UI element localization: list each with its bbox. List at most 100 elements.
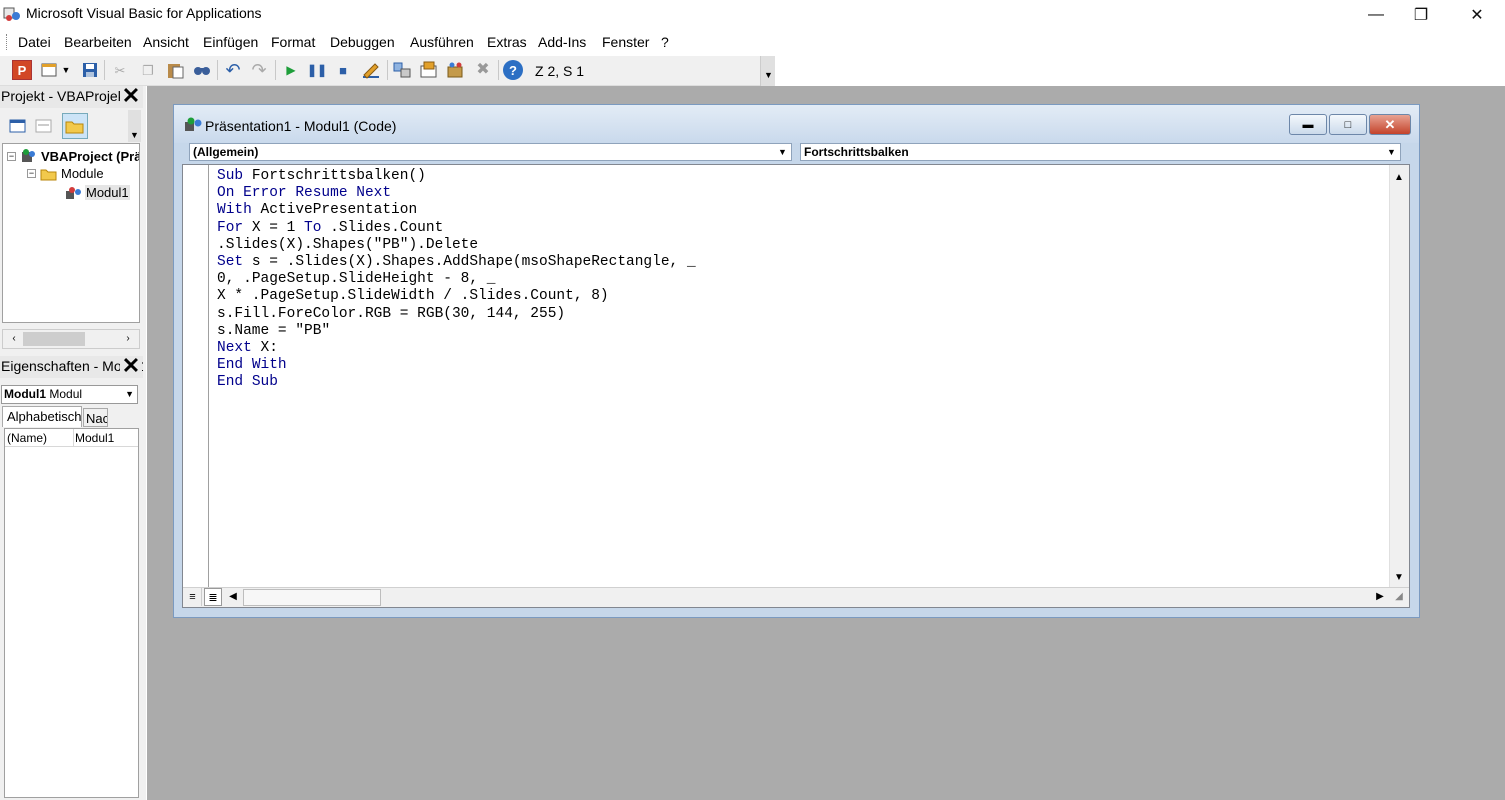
project-tree-hscroll[interactable]: ‹ › [2, 329, 140, 349]
menu-format[interactable]: Format [271, 34, 315, 50]
run-icon[interactable]: ▶ [281, 60, 301, 80]
project-panel-close-icon[interactable]: ✕ [120, 86, 142, 108]
code-keyword: For [217, 219, 244, 236]
code-window-title: Präsentation1 - Modul1 (Code) [205, 118, 397, 134]
design-mode-icon[interactable] [361, 60, 381, 80]
collapse-icon[interactable]: − [27, 169, 36, 178]
code-line: End With [217, 357, 696, 374]
tree-node-modul1[interactable]: Modul1 [65, 185, 130, 200]
tree-label-modul1: Modul1 [85, 185, 130, 200]
save-icon[interactable] [80, 60, 100, 80]
object-browser-icon[interactable] [446, 60, 466, 80]
menu-grip[interactable] [6, 34, 9, 50]
project-tree: − VBAProject (Präsentation1) − Module Mo… [2, 143, 140, 323]
code-close-button[interactable]: ✕ [1369, 114, 1411, 135]
scroll-left-icon[interactable]: ◀ [224, 588, 242, 606]
menu-datei[interactable]: Datei [18, 34, 51, 50]
undo-icon[interactable]: ↶ [223, 60, 243, 80]
menu-debuggen[interactable]: Debuggen [330, 34, 395, 50]
view-object-icon[interactable] [34, 116, 54, 136]
properties-object-select[interactable]: Modul1 Modul ▼ [1, 385, 138, 404]
powerpoint-icon[interactable]: P [12, 60, 32, 80]
code-window-titlebar[interactable]: Präsentation1 - Modul1 (Code) ▬ □ ✕ [174, 105, 1419, 143]
code-maximize-button[interactable]: □ [1329, 114, 1367, 135]
copy-icon[interactable]: ❐ [138, 60, 158, 80]
tree-node-vbaproject[interactable]: − VBAProject (Präsentation1) [7, 148, 139, 164]
menu-add-ins[interactable]: Add-Ins [538, 34, 586, 50]
folder-icon [40, 169, 57, 180]
project-toolbar-chevron[interactable]: ▼ [128, 110, 141, 142]
view-code-icon[interactable] [8, 116, 28, 136]
code-minimize-button[interactable]: ▬ [1289, 114, 1327, 135]
menu-ausfuehren[interactable]: Ausführen [410, 34, 474, 50]
scroll-right-icon[interactable]: ▶ [1371, 588, 1389, 606]
scroll-down-icon[interactable]: ▼ [1390, 569, 1408, 587]
resize-grip-icon[interactable]: ◢ [1390, 588, 1408, 606]
reset-icon[interactable]: ■ [333, 60, 353, 80]
paste-icon[interactable] [165, 60, 185, 80]
menu-help[interactable]: ? [661, 34, 669, 50]
restore-button[interactable]: ❐ [1398, 0, 1444, 30]
insert-module-icon[interactable] [40, 60, 60, 80]
redo-icon[interactable]: ↷ [249, 60, 269, 80]
properties-grid: (Name) Modul1 [4, 428, 139, 798]
scroll-thumb[interactable] [23, 332, 85, 346]
minimize-button[interactable]: — [1353, 0, 1399, 30]
code-editor[interactable]: Sub Fortschrittsbalken() On Error Resume … [182, 164, 1410, 608]
toggle-folders-icon[interactable] [62, 113, 88, 139]
close-button[interactable]: ✕ [1454, 0, 1500, 30]
project-explorer-icon[interactable] [392, 60, 412, 80]
scroll-left-icon[interactable]: ‹ [5, 330, 23, 348]
insert-dropdown-icon[interactable]: ▼ [60, 60, 72, 80]
full-module-view-icon[interactable]: ≣ [204, 588, 222, 606]
code-keyword: Next [217, 340, 252, 357]
chevron-down-icon: ▼ [125, 389, 134, 399]
title-bar: Microsoft Visual Basic for Applications … [0, 0, 1505, 30]
property-row[interactable]: (Name) Modul1 [5, 429, 138, 447]
code-text[interactable]: Sub Fortschrittsbalken() On Error Resume … [217, 168, 696, 392]
scroll-right-icon[interactable]: › [119, 330, 137, 348]
code-vscroll[interactable]: ▲ ▼ [1389, 165, 1409, 589]
toolbar-separator [275, 60, 276, 80]
toolbar-options-handle[interactable]: ▼ [760, 56, 775, 86]
code-line: Next X: [217, 340, 278, 357]
tree-label-vbaproject: VBAProject (Präsentation1) [41, 148, 139, 164]
menu-ansicht[interactable]: Ansicht [143, 34, 189, 50]
menu-fenster[interactable]: Fenster [602, 34, 649, 50]
property-name: (Name) [7, 431, 48, 445]
break-icon[interactable]: ❚❚ [307, 60, 327, 80]
code-line: X * .PageSetup.SlideWidth / .Slides.Coun… [217, 288, 609, 305]
help-icon[interactable]: ? [503, 60, 523, 80]
tab-alphabetisch[interactable]: Alphabetisch [2, 406, 82, 427]
property-value[interactable]: Modul1 [75, 429, 114, 447]
properties-icon[interactable] [419, 60, 439, 80]
procedure-combo[interactable]: Fortschrittsbalken ▼ [800, 143, 1401, 161]
project-panel-header: Projekt - VBAProjekt ✕ [0, 86, 143, 108]
tab-alphabetisch-label: Alphabetisch [7, 409, 82, 424]
menu-bearbeiten[interactable]: Bearbeiten [64, 34, 132, 50]
menu-extras[interactable]: Extras [487, 34, 527, 50]
margin-indicator-bar[interactable] [183, 165, 209, 589]
toolbar-separator [217, 60, 218, 80]
tab-nach-kategorien[interactable]: Nach Kategorien [83, 408, 108, 427]
close-icon: ✕ [1470, 7, 1484, 24]
code-hscroll[interactable]: ≡ ≣ ◀ ▶ ◢ [183, 587, 1409, 607]
scroll-thumb[interactable] [243, 589, 381, 606]
chevron-down-icon: ▼ [1387, 147, 1396, 157]
code-keyword: Error [243, 185, 287, 202]
code-line: Set s = .Slides(X).Shapes.AddShape(msoSh… [217, 254, 696, 271]
tree-node-module-folder[interactable]: − Module [27, 166, 104, 181]
procedure-view-icon[interactable]: ≡ [184, 588, 202, 606]
toolbox-icon[interactable]: ✖ [473, 60, 493, 80]
code-line: Sub Fortschrittsbalken() [217, 168, 426, 184]
toolbar-separator [498, 60, 499, 80]
scroll-up-icon[interactable]: ▲ [1390, 169, 1408, 187]
cut-icon[interactable]: ✂ [110, 60, 130, 80]
find-icon[interactable] [192, 60, 212, 80]
object-combo[interactable]: (Allgemein) ▼ [189, 143, 792, 161]
menu-einfuegen[interactable]: Einfügen [203, 34, 258, 50]
collapse-icon[interactable]: − [7, 151, 16, 161]
properties-object-name: Modul1 [4, 387, 46, 401]
properties-panel-close-icon[interactable]: ✕ [120, 356, 142, 378]
chevron-down-icon: ▼ [778, 147, 787, 157]
